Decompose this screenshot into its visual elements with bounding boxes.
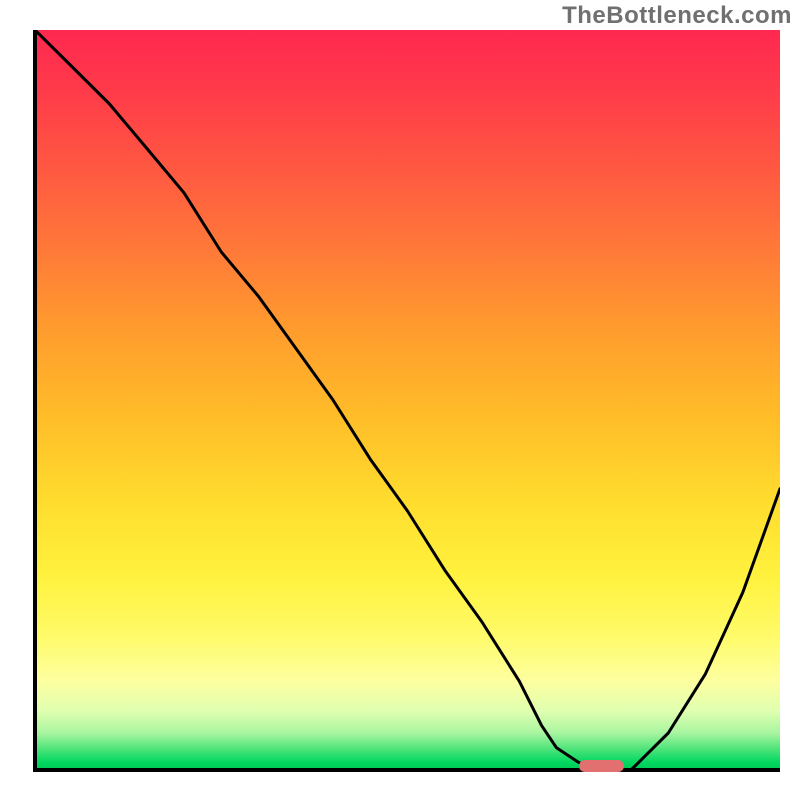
watermark-text: TheBottleneck.com: [562, 2, 792, 30]
x-axis: [33, 768, 780, 772]
optimum-marker: [579, 760, 624, 772]
chart-container: TheBottleneck.com: [0, 0, 800, 800]
plot-area: [35, 30, 780, 770]
y-axis: [33, 30, 37, 772]
